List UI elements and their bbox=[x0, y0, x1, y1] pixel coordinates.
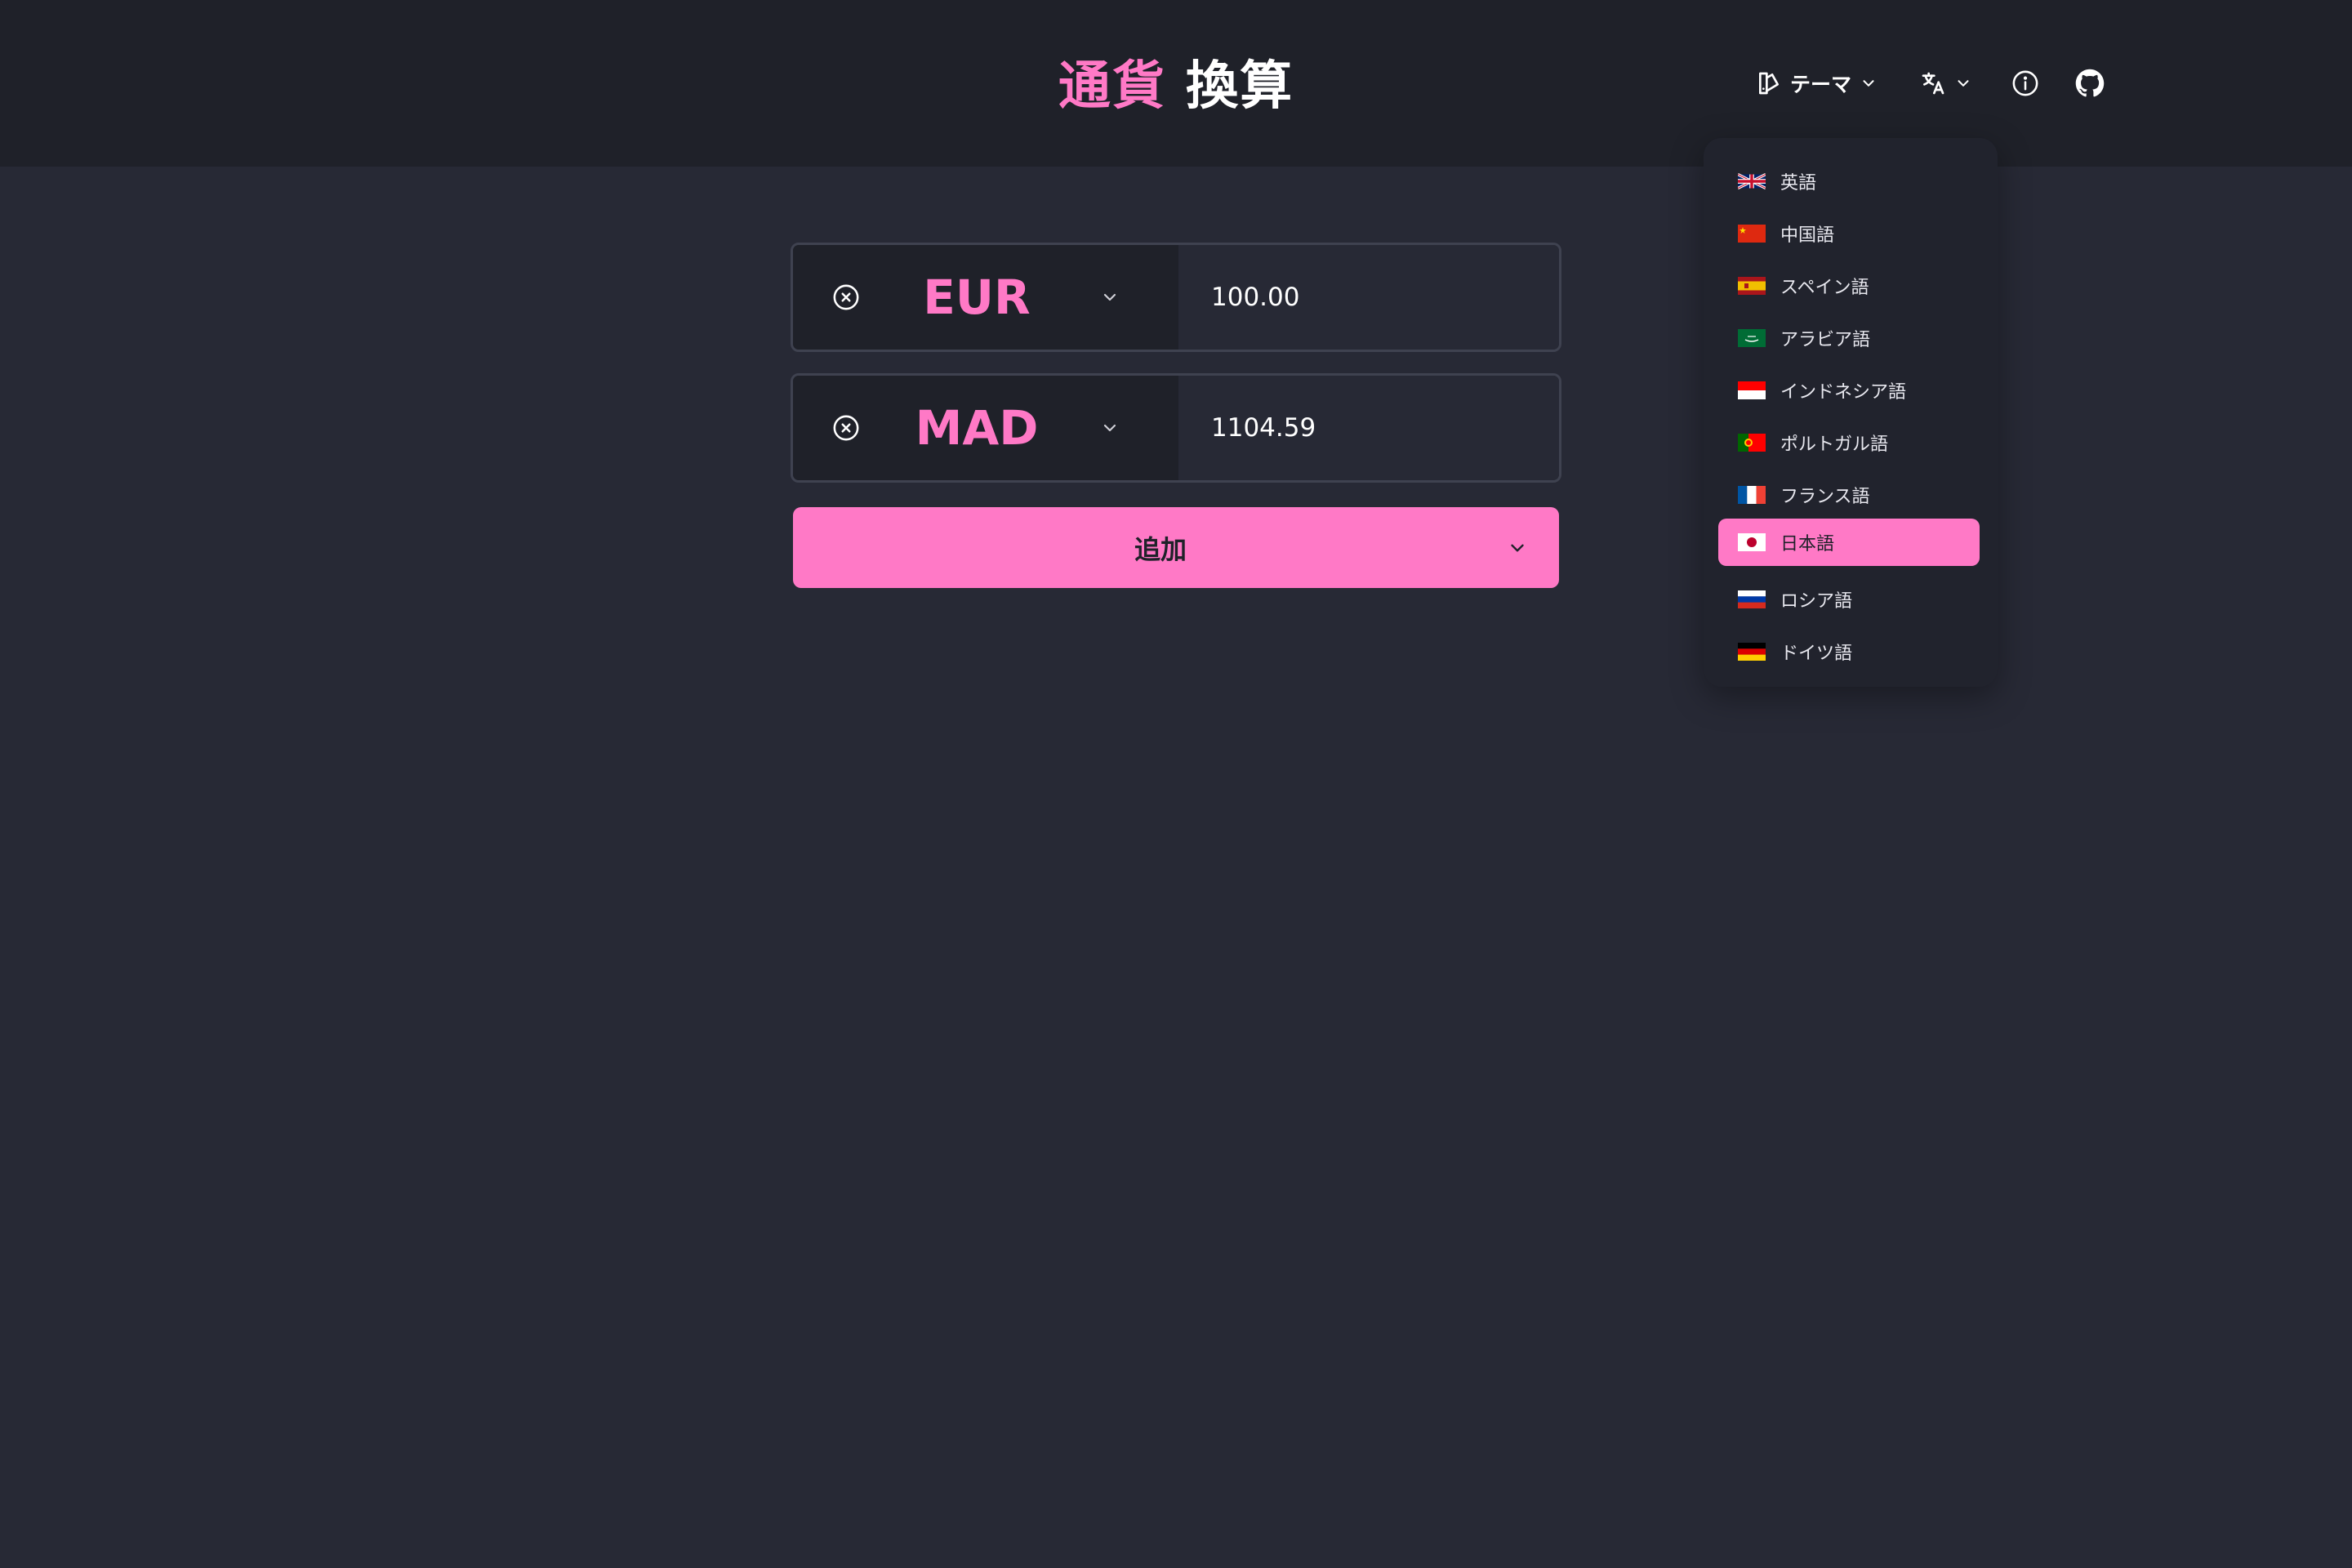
flag-fr-icon bbox=[1738, 486, 1766, 504]
amount-field-container bbox=[1178, 376, 1559, 480]
language-option-label: スペイン語 bbox=[1780, 278, 1869, 298]
currency-selector[interactable]: EUR bbox=[793, 245, 1178, 350]
language-dropdown-button[interactable] bbox=[1920, 70, 1972, 96]
chevron-down-icon bbox=[1507, 537, 1528, 559]
flag-cn-icon bbox=[1738, 225, 1766, 243]
flag-jp-icon bbox=[1738, 533, 1766, 551]
flag-id-icon bbox=[1738, 381, 1766, 399]
app-title-accent: 通貨 bbox=[1058, 56, 1166, 117]
currency-selector[interactable]: MAD bbox=[793, 376, 1178, 480]
language-option-ja[interactable]: 日本語 bbox=[1718, 519, 1980, 566]
palette-icon bbox=[1756, 70, 1782, 96]
language-option-en[interactable]: 英語 bbox=[1718, 158, 1980, 205]
language-option-label: 中国語 bbox=[1780, 225, 1835, 246]
remove-currency-button[interactable] bbox=[832, 283, 860, 311]
language-option-label: ドイツ語 bbox=[1780, 644, 1853, 664]
navbar: 通貨 換算 テーマ bbox=[0, 0, 2352, 167]
chevron-down-icon[interactable] bbox=[1100, 287, 1120, 307]
flag-ru-icon bbox=[1738, 590, 1766, 608]
remove-currency-button[interactable] bbox=[832, 414, 860, 442]
language-option-label: ポルトガル語 bbox=[1780, 434, 1889, 455]
currency-row: MAD bbox=[791, 373, 1561, 483]
theme-label: テーマ bbox=[1790, 73, 1852, 96]
add-currency-label: 追加 bbox=[1134, 533, 1187, 565]
translate-icon bbox=[1920, 70, 1946, 96]
flag-de-icon bbox=[1738, 643, 1766, 661]
language-option-label: フランス語 bbox=[1780, 487, 1870, 507]
theme-dropdown-button[interactable]: テーマ bbox=[1756, 69, 1878, 98]
chevron-down-icon bbox=[1860, 74, 1878, 92]
currency-code[interactable]: MAD bbox=[899, 400, 1054, 456]
chevron-down-icon[interactable] bbox=[1100, 418, 1120, 438]
amount-field-container bbox=[1178, 245, 1559, 350]
language-option-ar[interactable]: アラビア語 bbox=[1718, 314, 1980, 362]
add-currency-button[interactable]: 追加 bbox=[793, 507, 1559, 588]
github-icon bbox=[2075, 69, 2105, 98]
language-option-id[interactable]: インドネシア語 bbox=[1718, 367, 1980, 414]
language-menu: 英語 中国語 スペイン語 アラビア語 インドネシア語 ポルトガル語 フランス語 … bbox=[1704, 138, 1998, 687]
app-title-plain: 換算 bbox=[1186, 56, 1294, 117]
language-option-label: 日本語 bbox=[1780, 534, 1835, 555]
info-button[interactable] bbox=[2011, 69, 2039, 97]
amount-input[interactable] bbox=[1209, 282, 1523, 313]
language-option-label: 英語 bbox=[1780, 173, 1817, 194]
language-option-zh[interactable]: 中国語 bbox=[1718, 210, 1980, 257]
language-option-label: アラビア語 bbox=[1780, 330, 1871, 350]
flag-es-icon bbox=[1738, 277, 1766, 295]
currency-code[interactable]: EUR bbox=[899, 270, 1054, 325]
github-button[interactable] bbox=[2075, 69, 2105, 98]
language-option-ru[interactable]: ロシア語 bbox=[1718, 576, 1980, 623]
currency-row: EUR bbox=[791, 243, 1561, 352]
chevron-down-icon bbox=[1954, 74, 1972, 92]
language-option-label: インドネシア語 bbox=[1780, 382, 1907, 403]
language-option-de[interactable]: ドイツ語 bbox=[1718, 628, 1980, 675]
flag-sa-icon bbox=[1738, 329, 1766, 347]
info-icon bbox=[2011, 69, 2039, 97]
flag-gb-icon bbox=[1738, 172, 1766, 190]
flag-pt-icon bbox=[1738, 434, 1766, 452]
language-option-pt[interactable]: ポルトガル語 bbox=[1718, 419, 1980, 466]
language-option-es[interactable]: スペイン語 bbox=[1718, 262, 1980, 310]
language-option-fr[interactable]: フランス語 bbox=[1718, 471, 1980, 519]
amount-input[interactable] bbox=[1209, 412, 1523, 443]
nav-actions: テーマ bbox=[1756, 59, 2105, 108]
language-option-label: ロシア語 bbox=[1780, 591, 1853, 612]
